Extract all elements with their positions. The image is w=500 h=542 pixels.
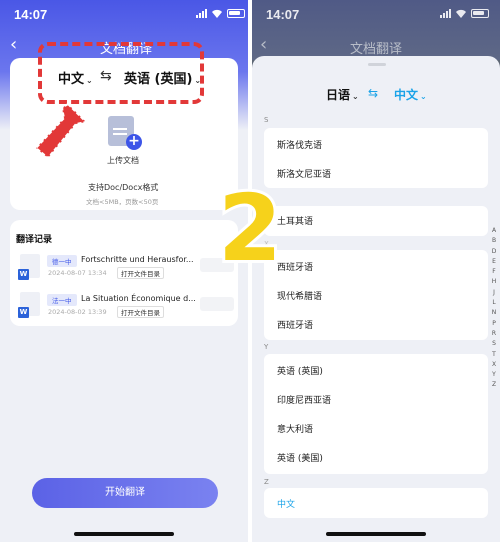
status-time: 14:07 <box>14 7 48 22</box>
history-file-name[interactable]: Fortschritte und Herausfor... <box>81 255 194 264</box>
screenshot-root: 14:07 ‹ 文档翻译 中文 ⌄ ⇆ 英语 (英国) ⌄ + 上传文档 支持Doc… <box>0 0 500 542</box>
upload-label: 上传文档 <box>107 156 139 165</box>
signal-icon <box>196 9 207 18</box>
home-indicator <box>326 532 426 536</box>
open-folder-button[interactable]: 打开文件目录 <box>117 306 164 318</box>
index-letter[interactable]: Z <box>490 380 498 390</box>
section-letter: Z <box>264 478 269 486</box>
index-letter[interactable]: F <box>490 267 498 277</box>
status-bar: 14:07 <box>252 0 500 28</box>
language-option[interactable]: 斯洛伐克语 <box>277 138 322 151</box>
left-screen: 14:07 ‹ 文档翻译 中文 ⌄ ⇆ 英语 (英国) ⌄ + 上传文档 支持Doc… <box>0 0 248 542</box>
language-option[interactable]: 现代希腊语 <box>277 289 322 302</box>
open-folder-button[interactable]: 打开文件目录 <box>117 267 164 279</box>
language-option[interactable]: 英语 (英国) <box>277 364 323 377</box>
section-letter: Y <box>264 343 269 351</box>
battery-icon <box>471 9 489 18</box>
swap-languages-icon[interactable]: ⇆ <box>368 86 378 100</box>
status-time: 14:07 <box>266 7 300 22</box>
index-letter[interactable]: D <box>490 247 498 257</box>
section-letter: S <box>264 116 269 124</box>
annotation-dashed-box <box>38 42 204 104</box>
annotation-arrow-icon <box>34 102 88 160</box>
back-chevron-icon[interactable]: ‹ <box>10 34 17 55</box>
signal-icon <box>440 9 451 18</box>
target-language-label: 中文 <box>394 88 419 102</box>
index-letter[interactable]: X <box>490 360 498 370</box>
source-language-label: 日语 <box>326 88 351 102</box>
target-language-selector[interactable]: 中文 ⌄ <box>394 86 427 103</box>
battery-icon <box>227 9 245 18</box>
history-file-date: 2024-08-02 13:39 <box>48 308 107 316</box>
language-group <box>264 488 488 518</box>
index-letter[interactable]: Y <box>490 370 498 380</box>
wifi-icon <box>456 9 466 18</box>
back-chevron-icon[interactable]: ‹ <box>260 34 267 55</box>
history-action-button[interactable] <box>200 297 234 311</box>
index-letter[interactable]: L <box>490 298 498 308</box>
index-letter[interactable]: J <box>490 288 498 298</box>
plus-icon[interactable]: + <box>126 134 142 150</box>
index-letter[interactable]: E <box>490 257 498 267</box>
source-language-selector[interactable]: 日语 ⌄ <box>326 86 359 103</box>
index-letter[interactable]: R <box>490 329 498 339</box>
alphabet-index[interactable]: ABDEFHJLNPRSTXYZ <box>490 226 498 391</box>
format-hint: 支持Doc/Docx格式 <box>88 183 159 192</box>
language-option[interactable]: 斯洛文尼亚语 <box>277 167 331 180</box>
word-document-icon: W <box>18 292 40 318</box>
word-document-icon: W <box>18 254 40 280</box>
index-letter[interactable]: B <box>490 236 498 246</box>
step-number-overlay: 2 <box>215 182 285 272</box>
status-bar: 14:07 <box>0 0 248 28</box>
language-option[interactable]: 意大利语 <box>277 422 313 435</box>
index-letter[interactable]: H <box>490 277 498 287</box>
wifi-icon <box>212 9 222 18</box>
history-title: 翻译记录 <box>16 235 53 245</box>
chevron-down-icon: ⌄ <box>420 92 427 101</box>
index-letter[interactable]: T <box>490 350 498 360</box>
index-letter[interactable]: A <box>490 226 498 236</box>
index-letter[interactable]: S <box>490 339 498 349</box>
status-icons <box>440 9 489 18</box>
step-number-text: 2 <box>218 182 282 272</box>
start-translation-button[interactable]: 开始翻译 <box>32 478 218 508</box>
history-file-name[interactable]: La Situation Économique d... <box>81 294 196 303</box>
right-screen: 14:07 ‹ 文档翻译 日语 ⌄ ⇆ 中文 ⌄ S 斯洛伐克语 斯洛文尼亚语 T … <box>252 0 500 542</box>
chevron-down-icon: ⌄ <box>352 92 359 101</box>
language-option[interactable]: 西班牙语 <box>277 318 313 331</box>
status-icons <box>196 9 245 18</box>
language-option-selected[interactable]: 中文 <box>277 497 295 510</box>
index-letter[interactable]: P <box>490 319 498 329</box>
nav-title: 文档翻译 <box>350 42 403 57</box>
language-option[interactable]: 印度尼西亚语 <box>277 393 331 406</box>
language-option[interactable]: 英语 (美国) <box>277 451 323 464</box>
history-status-badge: 德一中 <box>47 255 77 267</box>
language-picker-sheet: 日语 ⌄ ⇆ 中文 ⌄ S 斯洛伐克语 斯洛文尼亚语 T 土耳其语 X 西班牙语 现… <box>252 56 500 542</box>
history-file-date: 2024-08-07 13:34 <box>48 269 107 277</box>
history-status-badge: 法一中 <box>47 294 77 306</box>
index-letter[interactable]: N <box>490 308 498 318</box>
size-hint: 文档<5MB，页数<50页 <box>86 198 159 206</box>
sheet-drag-handle[interactable] <box>368 63 386 66</box>
home-indicator <box>74 532 174 536</box>
